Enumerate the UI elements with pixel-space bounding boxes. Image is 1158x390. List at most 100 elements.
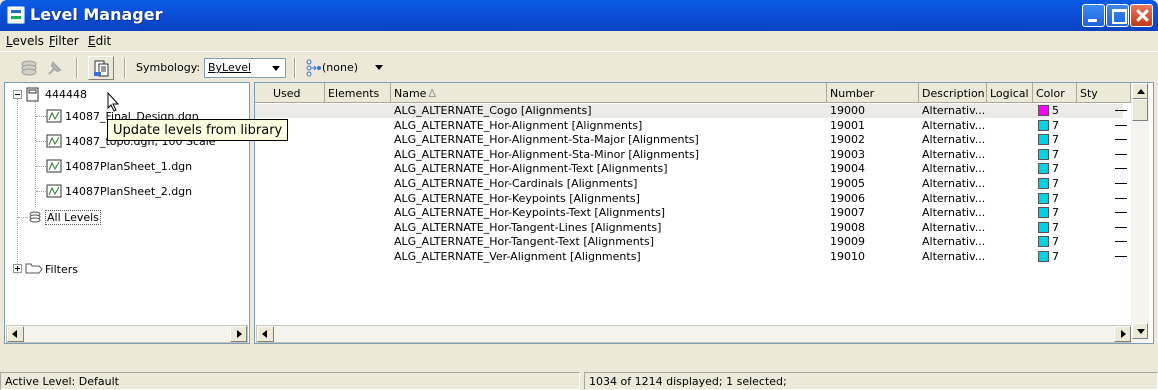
chevron-down-icon (269, 60, 283, 76)
column-header-name[interactable]: Name ∆ (391, 83, 827, 103)
maximize-button[interactable] (1106, 4, 1129, 27)
tree-item-all-levels[interactable]: All Levels (45, 210, 101, 225)
level-description-cell: Alternativ... (922, 220, 986, 234)
toolbar-separator (124, 58, 126, 78)
scroll-right-button[interactable] (1114, 326, 1131, 342)
table-row[interactable]: ALG_ALTERNATE_Hor-Keypoints-Text [Alignm… (255, 206, 1127, 220)
level-name-cell: ALG_ALTERNATE_Hor-Alignment-Text [Alignm… (394, 162, 668, 176)
column-header-description[interactable]: Description (919, 83, 987, 103)
dgn-model-icon (46, 159, 62, 173)
toolbar-separator (76, 58, 78, 78)
menu-edit[interactable]: Edit (88, 34, 111, 48)
tree-horizontal-scrollbar[interactable] (6, 325, 248, 343)
level-name-cell: ALG_ALTERNATE_Hor-Alignment-Sta-Major [A… (394, 133, 699, 147)
column-header-logical[interactable]: Logical (987, 83, 1033, 103)
level-name-cell: ALG_ALTERNATE_Hor-Keypoints-Text [Alignm… (394, 206, 666, 220)
menu-levels[interactable]: Levels (6, 34, 44, 48)
scroll-down-button[interactable] (1132, 323, 1148, 339)
level-description-cell: Alternativ... (922, 133, 986, 147)
collapse-icon[interactable] (13, 90, 22, 99)
level-number-cell: 19009 (830, 235, 865, 249)
level-number-cell: 19002 (830, 133, 865, 147)
design-file-icon (26, 87, 39, 102)
column-header-style[interactable]: Sty (1077, 83, 1131, 103)
column-header-elements[interactable]: Elements (325, 83, 391, 103)
tree-line (36, 141, 46, 142)
color-swatch (1038, 178, 1049, 189)
title-bar[interactable]: Level Manager (0, 0, 1158, 31)
table-row[interactable]: ALG_ALTERNATE_Hor-Alignment-Sta-Major [A… (255, 133, 1127, 147)
toolbar: Symbology: ByLevel (none) (0, 51, 1158, 83)
table-row[interactable]: ALG_ALTERNATE_Cogo [Alignments] 19000 Alte… (255, 104, 1127, 118)
level-number-cell: 19008 (830, 220, 865, 234)
tree-root-label[interactable]: 444448 (45, 88, 87, 101)
line-style-sample (1115, 212, 1127, 214)
column-header-number[interactable]: Number (827, 83, 919, 103)
line-style-sample (1115, 226, 1127, 228)
level-color-cell: 7 (1052, 206, 1059, 220)
table-row[interactable]: ALG_ALTERNATE_Ver-Alignment [Alignments]… (255, 250, 1127, 264)
level-color-cell: 7 (1052, 177, 1059, 190)
tree-item-plansheet-1[interactable]: 14087PlanSheet_1.dgn (65, 160, 192, 173)
level-number-cell: 19005 (830, 177, 865, 190)
line-style-sample (1115, 168, 1127, 170)
table-row[interactable]: ALG_ALTERNATE_Hor-Alignment [Alignments]… (255, 118, 1127, 133)
symbology-select[interactable]: ByLevel (204, 58, 286, 78)
scroll-thumb[interactable] (1132, 99, 1148, 121)
dgn-model-icon (46, 134, 62, 148)
table-row[interactable]: ALG_ALTERNATE_Hor-Keypoints [Alignments]… (255, 191, 1127, 206)
line-style-sample (1115, 139, 1127, 141)
level-color-cell: 7 (1052, 162, 1059, 176)
filter-value[interactable]: (none) (322, 61, 358, 74)
level-color-cell: 7 (1052, 191, 1059, 205)
scroll-up-button[interactable] (1132, 83, 1148, 99)
scroll-left-button[interactable] (7, 326, 24, 342)
dgn-model-icon (46, 184, 62, 198)
update-levels-from-library-button[interactable] (88, 56, 114, 80)
level-description-cell: Alternativ... (922, 177, 986, 190)
level-name-cell: ALG_ALTERNATE_Cogo [Alignments] (394, 104, 592, 117)
tree-item-plansheet-2[interactable]: 14087PlanSheet_2.dgn (65, 185, 192, 198)
line-style-sample (1115, 124, 1127, 126)
library-icon[interactable] (20, 59, 38, 77)
level-description-cell: Alternativ... (922, 206, 986, 220)
close-button[interactable] (1130, 4, 1153, 27)
level-list[interactable]: Used Elements Name ∆ Number Description L… (254, 82, 1154, 344)
sort-ascending-icon: ∆ (428, 87, 436, 100)
table-row[interactable]: ALG_ALTERNATE_Hor-Tangent-Text [Alignmen… (255, 235, 1127, 249)
level-number-cell: 19006 (830, 191, 865, 205)
column-header-color[interactable]: Color (1033, 83, 1077, 103)
tree-line (17, 99, 18, 274)
toolbar-separator (294, 58, 296, 78)
color-swatch (1038, 207, 1049, 219)
level-color-cell: 7 (1052, 133, 1059, 147)
level-name-cell: ALG_ALTERNATE_Hor-Cardinals [Alignments] (394, 177, 638, 190)
level-number-cell: 19003 (830, 147, 865, 161)
mouse-cursor-icon (107, 92, 120, 112)
level-name-cell: ALG_ALTERNATE_Hor-Tangent-Lines [Alignme… (394, 220, 662, 234)
filter-dropdown-icon[interactable] (375, 65, 383, 74)
list-horizontal-scrollbar[interactable] (256, 325, 1132, 343)
expand-icon[interactable] (13, 264, 22, 273)
scroll-right-button[interactable] (230, 326, 247, 342)
symbology-label: Symbology: (136, 61, 201, 74)
window-title: Level Manager (30, 5, 163, 24)
table-row[interactable]: ALG_ALTERNATE_Hor-Alignment-Text [Alignm… (255, 162, 1127, 176)
attach-library-icon[interactable] (46, 59, 64, 77)
tree-line (18, 217, 28, 218)
table-row[interactable]: ALG_ALTERNATE_Hor-Cardinals [Alignments]… (255, 177, 1127, 191)
level-name-cell: ALG_ALTERNATE_Hor-Alignment [Alignments] (394, 118, 643, 132)
minimize-button[interactable] (1082, 4, 1105, 27)
list-vertical-scrollbar[interactable] (1131, 83, 1149, 343)
table-row[interactable]: ALG_ALTERNATE_Hor-Alignment-Sta-Minor [A… (255, 147, 1127, 162)
line-style-sample (1115, 183, 1127, 184)
tree-item-filters[interactable]: Filters (45, 263, 78, 276)
table-row[interactable]: ALG_ALTERNATE_Hor-Tangent-Lines [Alignme… (255, 220, 1127, 235)
level-number-cell: 19010 (830, 250, 865, 263)
tooltip: Update levels from library (107, 119, 289, 141)
column-header-used[interactable]: Used (255, 83, 325, 103)
menu-filter[interactable]: Filter (49, 34, 79, 48)
scroll-left-button[interactable] (257, 326, 274, 342)
level-number-cell: 19000 (830, 104, 865, 117)
filter-tree-icon[interactable] (304, 59, 322, 77)
